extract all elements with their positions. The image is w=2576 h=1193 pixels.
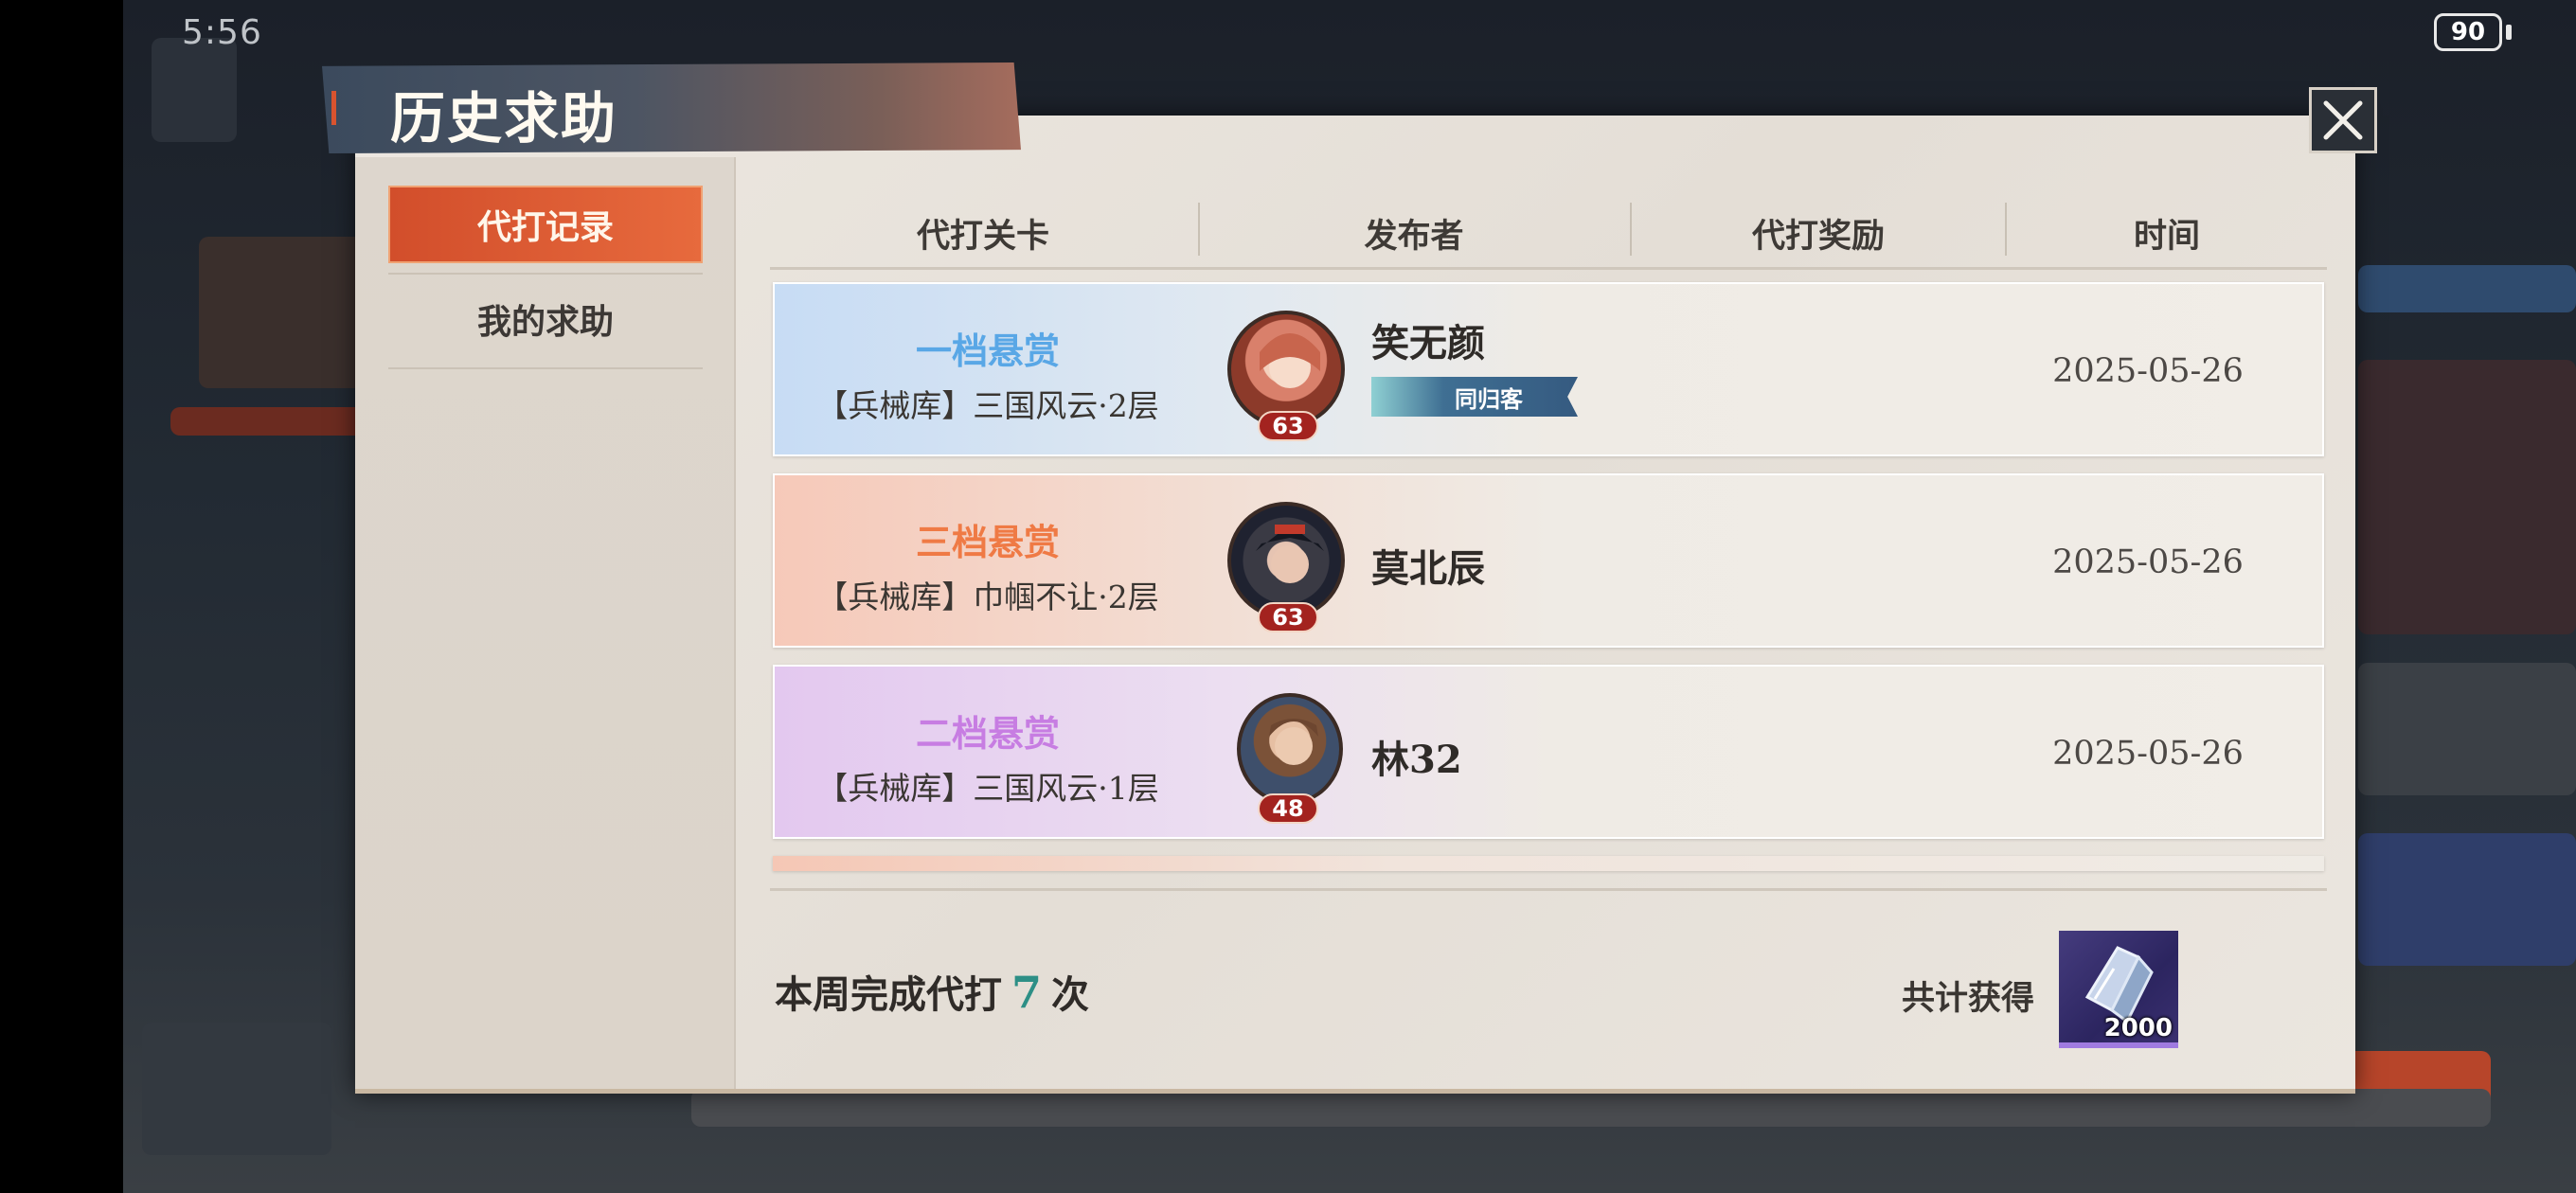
level-badge: 63 [1258,411,1318,441]
reward-tier: 二档悬赏 [915,712,1060,755]
table-header: 代打关卡 发布者 代打奖励 时间 [770,199,2327,270]
reward-tier: 一档悬赏 [915,329,1060,372]
publisher-avatar[interactable] [1237,693,1343,805]
column-header-reward: 代打奖励 [1751,216,1885,256]
sidebar-item-my-help[interactable]: 我的求助 [388,280,703,358]
row-date: 2025-05-26 [2052,352,2244,390]
close-x-icon [2323,100,2363,140]
status-time: 5:56 [182,13,262,52]
stage-name: 【兵械库】巾帼不让·2层 [816,579,1159,615]
title-accent [331,91,336,125]
total-earned-label: 共计获得 [1902,979,2035,1018]
reward-item[interactable]: 2000 [2059,931,2178,1048]
publisher-name: 林32 [1371,738,1462,782]
table-row-partial [773,856,2324,871]
weekly-prefix: 本周完成代打 [775,972,1002,1017]
stage-name: 【兵械库】三国风云·2层 [816,387,1159,424]
publisher-title-badge: 同归客 [1371,377,1578,417]
weekly-count: 7 [1011,967,1043,1018]
column-header-stage: 代打关卡 [916,216,1049,256]
publisher-name: 笑无颜 [1371,321,1485,365]
weekly-suffix: 次 [1051,972,1090,1017]
footer-divider [770,888,2327,891]
row-date: 2025-05-26 [2052,735,2244,773]
sidebar: 代打记录 我的求助 [355,157,736,1089]
table-row[interactable]: 一档悬赏 【兵械库】三国风云·2层 63 笑无颜 同归客 2025-05-26 [773,282,2324,456]
left-black-bar [0,0,123,1193]
reward-tier: 三档悬赏 [915,521,1060,563]
weekly-completion: 本周完成代打 7 次 [775,964,1089,1019]
battery-indicator: 90 [2434,13,2502,51]
sidebar-item-proxy-records[interactable]: 代打记录 [388,186,703,263]
level-badge: 48 [1258,793,1318,824]
sidebar-divider [388,367,703,369]
table-row[interactable]: 二档悬赏 【兵械库】三国风云·1层 48 林32 2025-05-26 [773,665,2324,839]
level-badge: 63 [1258,602,1318,632]
dialog-title: 历史求助 [390,86,618,151]
publisher-name: 莫北辰 [1371,546,1485,591]
row-date: 2025-05-26 [2052,543,2244,581]
reward-count: 2000 [2103,1014,2173,1042]
sidebar-divider [388,273,703,275]
close-button[interactable] [2309,87,2377,153]
column-header-time: 时间 [2133,216,2200,256]
battery-tip [2506,25,2512,40]
table-row[interactable]: 三档悬赏 【兵械库】巾帼不让·2层 63 莫北辰 2025-05-26 [773,473,2324,648]
column-header-publisher: 发布者 [1364,216,1464,256]
stage-name: 【兵械库】三国风云·1层 [816,770,1159,807]
